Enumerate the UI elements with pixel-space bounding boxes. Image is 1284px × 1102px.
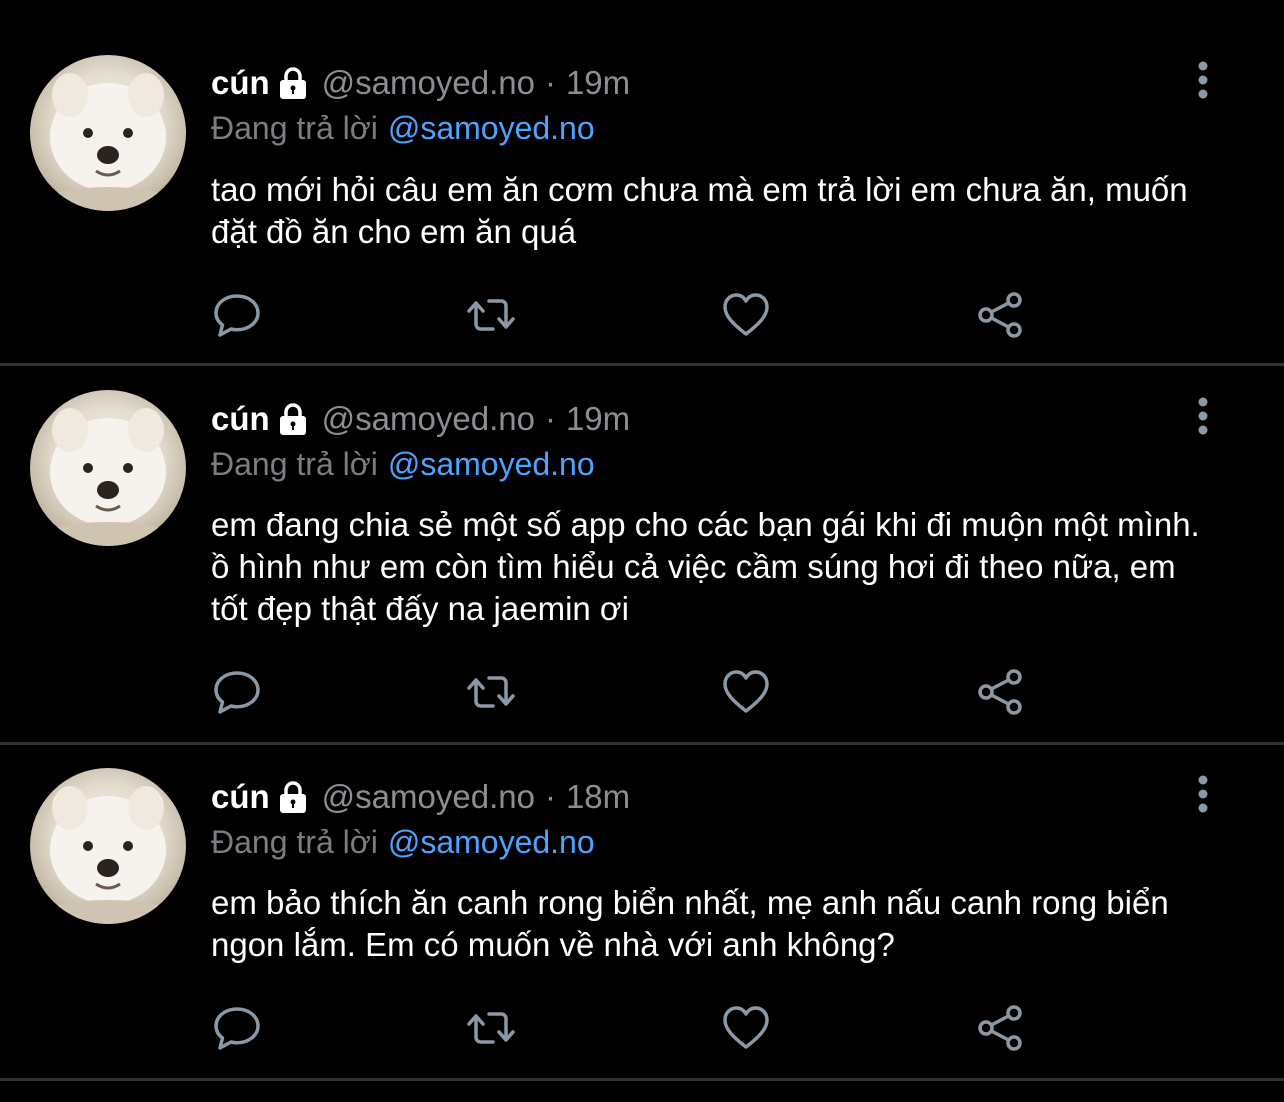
tweet-header: cún @samoyed.no · 18m <box>211 777 630 817</box>
separator: · <box>544 64 556 101</box>
divider <box>0 1078 1284 1081</box>
separator: · <box>544 400 556 437</box>
tweet-text: tao mới hỏi câu em ăn cơm chưa mà em trả… <box>211 171 1188 250</box>
tweet-actions <box>0 1003 1284 1053</box>
tweet-text: em đang chia sẻ một số app cho các bạn g… <box>211 506 1200 627</box>
reply-mention-link[interactable]: @samoyed.no <box>388 824 595 860</box>
reply-icon <box>214 1007 260 1050</box>
replying-to: Đang trả lời @samoyed.no <box>211 110 595 147</box>
reply-icon <box>214 294 260 337</box>
share-icon <box>978 292 1022 338</box>
more-vertical-icon[interactable] <box>1190 396 1216 436</box>
display-name[interactable]: cún <box>211 400 270 438</box>
user-handle[interactable]: @samoyed.no <box>322 400 535 438</box>
display-name[interactable]: cún <box>211 64 270 102</box>
timestamp[interactable]: 19m <box>566 400 630 438</box>
reply-mention-link[interactable]: @samoyed.no <box>388 446 595 482</box>
tweet-actions <box>0 290 1284 340</box>
replying-to: Đang trả lời @samoyed.no <box>211 824 595 861</box>
display-name[interactable]: cún <box>211 778 270 816</box>
lock-icon <box>278 66 308 100</box>
tweet-item[interactable]: cún @samoyed.no · 19m Đang trả lời @samoy… <box>0 0 1284 363</box>
retweet-button[interactable] <box>466 290 516 340</box>
tweet-text: em bảo thích ăn canh rong biển nhất, mẹ … <box>211 884 1169 963</box>
tweet-item[interactable]: cún @samoyed.no · 19m Đang trả lời @samoy… <box>0 366 1284 742</box>
avatar[interactable] <box>30 768 186 924</box>
retweet-button[interactable] <box>466 1003 516 1053</box>
heart-icon <box>723 670 769 713</box>
reply-prefix: Đang trả lời <box>211 824 378 860</box>
tweet-actions <box>0 667 1284 717</box>
reply-prefix: Đang trả lời <box>211 110 378 146</box>
tweet-header: cún @samoyed.no · 19m <box>211 399 630 439</box>
reply-icon <box>214 671 260 714</box>
retweet-icon <box>467 676 515 708</box>
tweet-header: cún @samoyed.no · 19m <box>211 63 630 103</box>
share-button[interactable] <box>976 1003 1026 1053</box>
share-icon <box>978 1005 1022 1051</box>
user-handle[interactable]: @samoyed.no <box>322 64 535 102</box>
more-vertical-icon[interactable] <box>1190 60 1216 100</box>
separator: · <box>544 778 556 815</box>
tweet-item[interactable]: cún @samoyed.no · 18m Đang trả lời @samoy… <box>0 745 1284 1078</box>
avatar[interactable] <box>30 55 186 211</box>
lock-icon <box>278 402 308 436</box>
avatar[interactable] <box>30 390 186 546</box>
retweet-icon <box>467 299 515 331</box>
share-button[interactable] <box>976 667 1026 717</box>
reply-button[interactable] <box>212 667 262 717</box>
reply-prefix: Đang trả lời <box>211 446 378 482</box>
reply-mention-link[interactable]: @samoyed.no <box>388 110 595 146</box>
reply-button[interactable] <box>212 290 262 340</box>
reply-button[interactable] <box>212 1003 262 1053</box>
retweet-button[interactable] <box>466 667 516 717</box>
like-button[interactable] <box>721 667 771 717</box>
like-button[interactable] <box>721 290 771 340</box>
more-vertical-icon[interactable] <box>1190 774 1216 814</box>
timestamp[interactable]: 18m <box>566 778 630 816</box>
user-handle[interactable]: @samoyed.no <box>322 778 535 816</box>
share-button[interactable] <box>976 290 1026 340</box>
heart-icon <box>723 1006 769 1049</box>
heart-icon <box>723 293 769 336</box>
share-icon <box>978 669 1022 715</box>
like-button[interactable] <box>721 1003 771 1053</box>
lock-icon <box>278 780 308 814</box>
replying-to: Đang trả lời @samoyed.no <box>211 446 595 483</box>
timestamp[interactable]: 19m <box>566 64 630 102</box>
retweet-icon <box>467 1012 515 1044</box>
